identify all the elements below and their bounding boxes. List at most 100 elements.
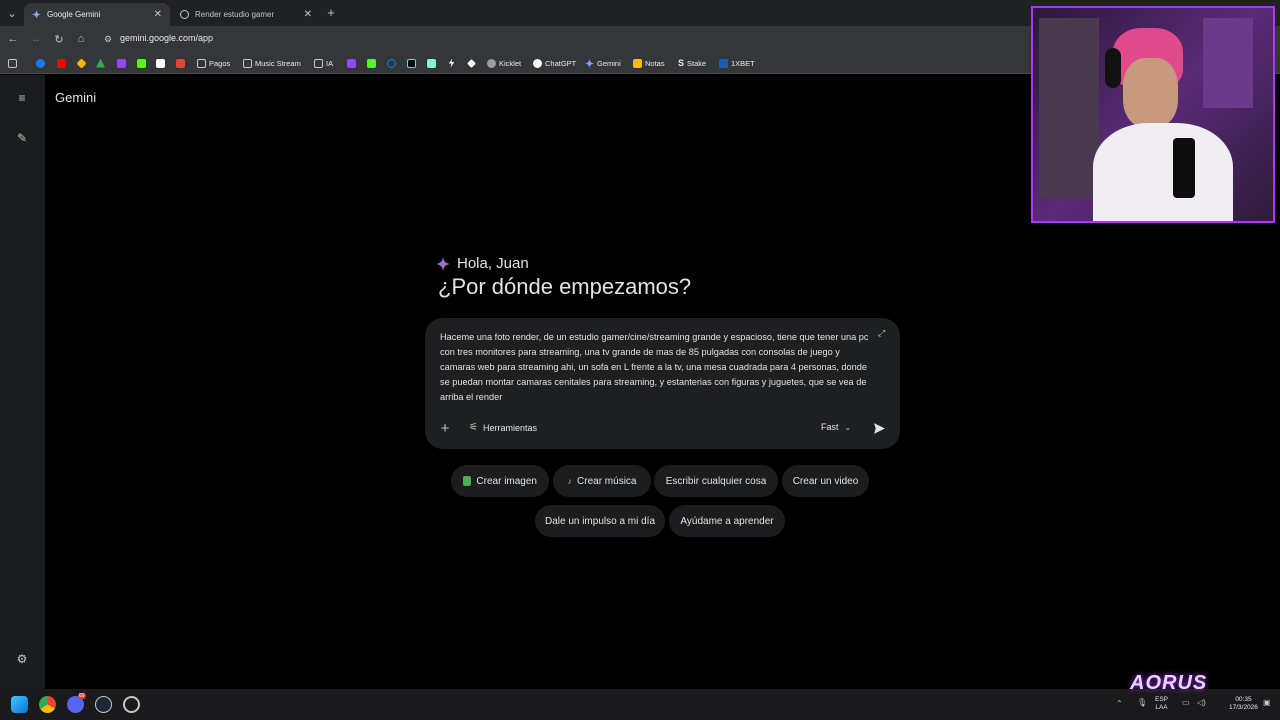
folder-icon <box>243 58 252 68</box>
1xbet-icon <box>719 58 728 68</box>
steam-icon[interactable] <box>95 696 112 713</box>
model-selector[interactable]: Fast ⌄ <box>821 422 851 432</box>
binance-icon[interactable] <box>76 57 87 69</box>
shelf <box>1039 18 1099 198</box>
app-title: Gemini <box>55 90 97 105</box>
meta-icon[interactable] <box>387 57 396 69</box>
bookmark-notas[interactable]: Notas <box>633 57 665 69</box>
bookmark-ia[interactable]: IA <box>314 57 333 69</box>
tab-label: Render estudio gamer <box>195 10 275 19</box>
gemini-icon <box>585 58 594 68</box>
clock[interactable]: 00:35 17/3/2026 <box>1229 696 1258 712</box>
notifications-icon[interactable]: ▣ <box>1263 698 1271 707</box>
streamlabs-icon[interactable] <box>427 57 436 69</box>
reload-icon[interactable]: ↻ <box>51 31 67 47</box>
windows-start-icon[interactable] <box>11 696 28 713</box>
prompt-input-card: Haceme una foto render, de un estudio ga… <box>425 318 900 449</box>
stake-icon: S <box>678 58 685 68</box>
obs-icon[interactable] <box>123 696 140 713</box>
headline: ¿Por dónde empezamos? <box>438 274 692 299</box>
youtube-icon[interactable] <box>57 57 66 69</box>
chip-crear-musica[interactable]: ♪ Crear música <box>553 465 651 497</box>
image-emoji-icon <box>463 476 472 486</box>
tab-render-estudio[interactable]: Render estudio gamer ✕ <box>172 3 320 26</box>
greeting-text: Hola, Juan <box>457 255 529 272</box>
bookmark-label: Gemini <box>597 58 621 68</box>
bookmark-label: IA <box>326 58 334 68</box>
lang-code: ESP <box>1155 696 1169 703</box>
patreon-icon[interactable] <box>156 57 165 69</box>
volume-icon[interactable]: ◁) <box>1197 698 1206 707</box>
network-icon[interactable]: ▭ <box>1182 698 1190 707</box>
chip-label: Dale un impulso a mi día <box>544 515 656 527</box>
close-tab-icon[interactable]: ✕ <box>154 9 162 20</box>
aorus-logo: AORUS <box>1130 672 1208 694</box>
bookmark-label: ChatGPT <box>545 58 577 68</box>
prompt-input[interactable]: Haceme una foto render, de un estudio ga… <box>440 330 870 405</box>
chip-label: Crear imagen <box>476 475 537 487</box>
kick-icon[interactable] <box>367 57 376 69</box>
add-button[interactable]: + <box>437 419 453 437</box>
model-label: Fast <box>821 422 839 432</box>
chrome-icon[interactable] <box>39 696 56 713</box>
new-tab-icon[interactable]: + <box>323 4 339 20</box>
chip-crear-imagen[interactable]: Crear imagen <box>451 465 549 497</box>
settings-icon[interactable]: ⚙ <box>14 651 30 667</box>
kick-icon[interactable] <box>137 57 146 69</box>
chip-label: Ayúdame a aprender <box>680 515 774 527</box>
chip-label: Crear música <box>577 475 637 487</box>
tiktok-icon[interactable] <box>407 57 416 69</box>
microphone <box>1173 138 1195 198</box>
bookmark-pagos[interactable]: Pagos <box>197 57 230 69</box>
bookmark-label: 1XBET <box>731 58 755 68</box>
send-button[interactable] <box>871 420 887 436</box>
gemini-icon <box>32 10 41 19</box>
mic-icon[interactable]: 🎙 <box>1137 698 1147 707</box>
tools-label: Herramientas <box>482 422 537 433</box>
bookmark-music-stream[interactable]: Music Stream <box>243 57 301 69</box>
home-icon[interactable]: ⌂ <box>73 31 89 47</box>
chip-aprender[interactable]: Ayúdame a aprender <box>669 505 785 537</box>
bookmark-chatgpt[interactable]: ChatGPT <box>533 57 576 69</box>
discord-badge: 69 <box>78 693 86 699</box>
twitch-icon[interactable] <box>117 57 126 69</box>
twitch-icon[interactable] <box>347 57 356 69</box>
chip-escribir[interactable]: Escribir cualquier cosa <box>654 465 778 497</box>
drive-icon[interactable] <box>96 57 105 69</box>
tray-chevron-icon[interactable]: ⌃ <box>1116 699 1123 708</box>
gmail-icon[interactable] <box>176 57 185 69</box>
new-chat-icon[interactable]: ✎ <box>14 130 30 146</box>
chip-crear-video[interactable]: Crear un video <box>782 465 869 497</box>
tab-search-icon[interactable]: ⌄ <box>4 5 20 21</box>
close-tab-icon[interactable]: ✕ <box>304 9 312 20</box>
bookmark-kicklet[interactable]: Kicklet <box>487 57 521 69</box>
folder-icon <box>197 58 206 68</box>
tab-google-gemini[interactable]: Google Gemini ✕ <box>24 3 170 26</box>
bookmark-label: Notas <box>645 58 665 68</box>
bookmark-stake[interactable]: S Stake <box>678 57 706 69</box>
bookmark-gemini[interactable]: Gemini <box>585 57 621 69</box>
diamond-icon[interactable] <box>467 57 476 69</box>
expand-icon[interactable]: ⤢ <box>878 328 888 338</box>
chatgpt-icon <box>533 58 542 68</box>
streamer-face <box>1123 58 1178 128</box>
site-info-icon[interactable]: ⚙ <box>100 31 116 47</box>
lightning-icon[interactable] <box>447 57 456 69</box>
bookmark-label: Stake <box>687 58 707 68</box>
address-bar[interactable]: gemini.google.com/app <box>120 33 213 43</box>
chip-impulso[interactable]: Dale un impulso a mi día <box>535 505 665 537</box>
figure-shelf <box>1203 18 1253 108</box>
bookmark-1xbet[interactable]: 1XBET <box>719 57 755 69</box>
kicklet-icon <box>487 58 496 68</box>
menu-icon[interactable]: ≡ <box>14 90 30 106</box>
notes-icon <box>633 58 642 68</box>
plus-icon: + <box>440 419 450 437</box>
back-icon[interactable]: ← <box>5 31 21 47</box>
language-indicator[interactable]: ESP LAA <box>1155 696 1168 712</box>
lang-layout: LAA <box>1155 704 1168 711</box>
facebook-icon[interactable] <box>36 57 45 69</box>
tab-label: Google Gemini <box>47 10 101 19</box>
apps-icon[interactable] <box>8 57 17 69</box>
tools-button[interactable]: ⚟ Herramientas <box>469 422 537 433</box>
forward-icon[interactable]: → <box>28 31 44 47</box>
